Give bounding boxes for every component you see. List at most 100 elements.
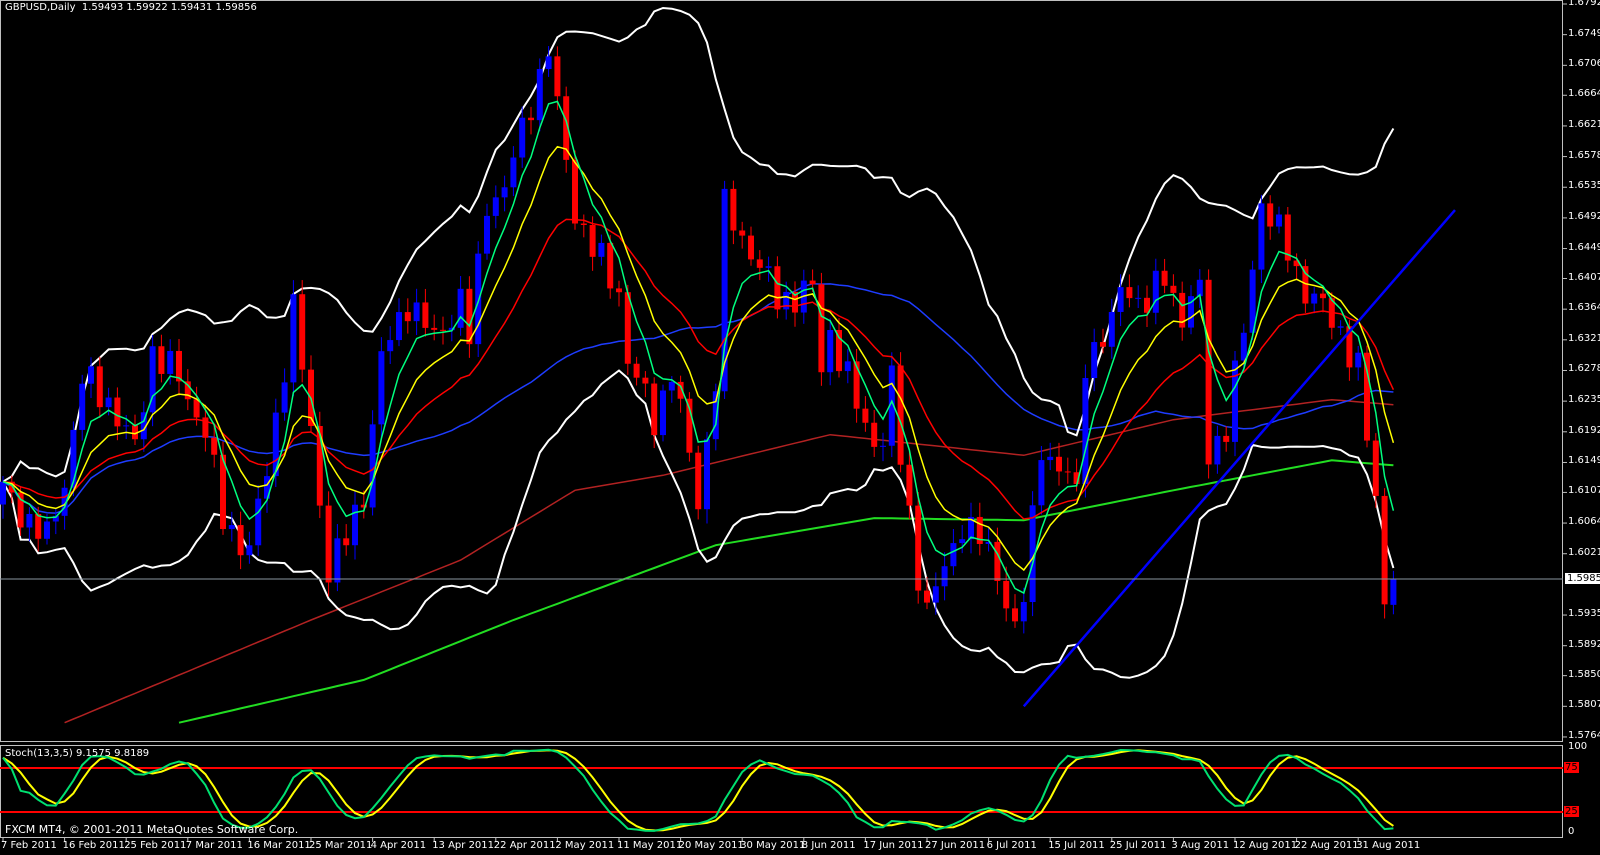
candle-body bbox=[624, 292, 631, 364]
candle-body bbox=[1240, 332, 1247, 361]
ma-long-green-line bbox=[178, 459, 1394, 724]
candle bbox=[167, 339, 174, 385]
candle bbox=[660, 384, 666, 442]
candle-body bbox=[932, 586, 939, 603]
date-axis-label: 3 Aug 2011 bbox=[1171, 840, 1230, 851]
stoch-level-25: 25 bbox=[1564, 806, 1579, 817]
price-axis-label: 1.65350 bbox=[1568, 180, 1600, 192]
candle bbox=[184, 369, 191, 411]
date-axis-label: 31 Aug 2011 bbox=[1356, 840, 1421, 851]
candle-body bbox=[123, 425, 130, 427]
candle-body bbox=[519, 117, 526, 158]
candle bbox=[202, 404, 209, 452]
candle bbox=[554, 46, 561, 110]
candle bbox=[1144, 285, 1150, 327]
candle-body bbox=[827, 329, 834, 373]
bollinger-upper-line bbox=[2, 6, 1395, 483]
candle-body bbox=[1012, 608, 1018, 622]
candle bbox=[739, 221, 746, 249]
candle bbox=[827, 318, 834, 386]
candle-body bbox=[79, 383, 86, 430]
candle bbox=[976, 502, 983, 556]
candle bbox=[475, 241, 482, 357]
candle-body bbox=[88, 366, 94, 384]
candle bbox=[44, 514, 50, 545]
price-axis-label: 1.58070 bbox=[1568, 699, 1600, 711]
candle bbox=[1117, 274, 1124, 327]
candle bbox=[1152, 258, 1159, 325]
candle bbox=[1320, 287, 1326, 313]
date-axis-label: 20 May 2011 bbox=[678, 840, 744, 851]
price-axis-label: 1.61920 bbox=[1568, 424, 1600, 436]
candle-body bbox=[906, 464, 913, 506]
candle-body bbox=[378, 351, 385, 425]
candle-body bbox=[26, 513, 33, 528]
candle-body bbox=[299, 294, 306, 370]
candle-body bbox=[853, 361, 860, 409]
candle bbox=[1170, 274, 1177, 307]
candle bbox=[325, 491, 332, 597]
date-axis-label: 17 Jun 2011 bbox=[863, 840, 924, 851]
date-axis-label: 12 Aug 2011 bbox=[1233, 840, 1298, 851]
candle bbox=[1179, 281, 1186, 341]
candle-body bbox=[17, 492, 24, 528]
main-pane-border bbox=[0, 0, 1563, 742]
candle bbox=[343, 524, 350, 556]
candle-body bbox=[545, 56, 552, 70]
candle-body bbox=[756, 259, 763, 268]
stoch-level-0: 0 bbox=[1568, 826, 1575, 837]
candle-body bbox=[897, 365, 904, 465]
candle bbox=[246, 531, 253, 564]
candle-body bbox=[994, 541, 1001, 581]
price-axis-label: 1.61490 bbox=[1568, 455, 1600, 467]
candle bbox=[422, 288, 429, 337]
candle bbox=[255, 484, 262, 556]
candle bbox=[941, 552, 948, 601]
candle bbox=[387, 326, 394, 365]
date-axis-label: 2 May 2011 bbox=[555, 840, 615, 851]
candle-body bbox=[1117, 287, 1124, 312]
candle-body bbox=[422, 302, 429, 328]
chart-canvas[interactable] bbox=[0, 0, 1600, 855]
candle-body bbox=[255, 498, 262, 546]
price-axis-label: 1.66210 bbox=[1568, 118, 1600, 130]
candle bbox=[871, 409, 878, 457]
stoch-label: Stoch(13,3,5) 9.1575 9.8189 bbox=[5, 748, 150, 759]
date-axis-label: 16 Mar 2011 bbox=[247, 840, 311, 851]
price-pane bbox=[0, 6, 1563, 724]
candle bbox=[510, 146, 517, 197]
candle-body bbox=[1223, 435, 1230, 442]
candle-body bbox=[193, 399, 200, 418]
axes bbox=[2, 3, 1567, 842]
candle-body bbox=[1082, 378, 1089, 485]
candle-body bbox=[818, 284, 825, 373]
candle bbox=[1135, 285, 1142, 309]
candle bbox=[836, 318, 842, 378]
candle bbox=[1020, 587, 1027, 634]
candle bbox=[220, 441, 226, 535]
candle bbox=[228, 511, 235, 542]
candle bbox=[748, 226, 754, 266]
candle bbox=[492, 185, 499, 229]
candle-body bbox=[290, 294, 297, 383]
candle-body bbox=[1020, 602, 1027, 622]
candle-body bbox=[1126, 287, 1133, 299]
candle-body bbox=[352, 504, 358, 546]
candle-body bbox=[950, 543, 957, 567]
candle-body bbox=[413, 302, 420, 322]
candle bbox=[334, 524, 341, 592]
candle-body bbox=[396, 312, 402, 341]
candle bbox=[1205, 269, 1212, 479]
symbol-timeframe: GBPUSD,Daily bbox=[5, 2, 76, 13]
stoch-level-75: 75 bbox=[1564, 762, 1579, 773]
trendline[interactable] bbox=[1022, 209, 1456, 708]
candle bbox=[765, 256, 772, 282]
candle-body bbox=[1135, 297, 1142, 299]
candle-body bbox=[35, 513, 42, 539]
candle bbox=[26, 507, 33, 542]
price-axis-label: 1.60210 bbox=[1568, 546, 1600, 558]
candle bbox=[818, 272, 825, 386]
candle bbox=[431, 314, 438, 341]
candle-body bbox=[660, 390, 666, 436]
candle-body bbox=[96, 366, 103, 408]
